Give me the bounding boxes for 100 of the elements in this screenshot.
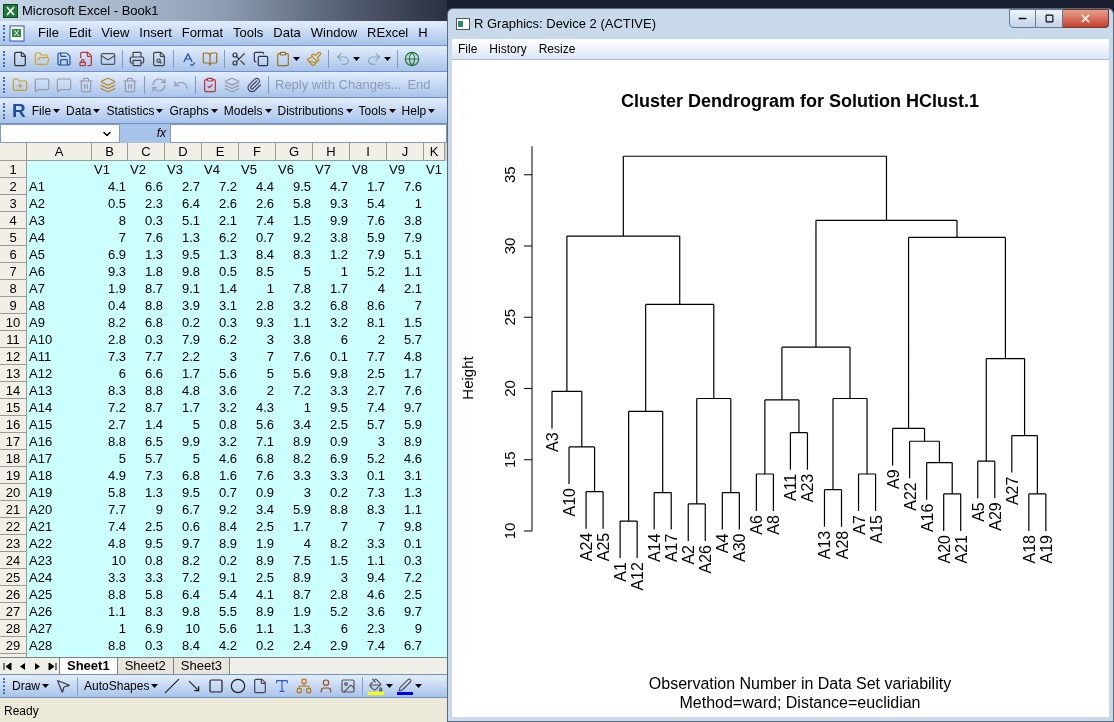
row-header[interactable]: 25: [0, 569, 27, 586]
redo-icon: [366, 50, 382, 67]
row-header[interactable]: 29: [0, 637, 27, 654]
toolbar-handle[interactable]: [3, 678, 6, 694]
row-header[interactable]: 2: [0, 178, 27, 195]
row-header[interactable]: 9: [0, 297, 27, 314]
column-header[interactable]: E: [202, 143, 239, 161]
row-header[interactable]: 27: [0, 603, 27, 620]
table-cell-text: 5.9: [402, 416, 423, 433]
menu-item[interactable]: Tools: [228, 23, 269, 43]
column-header[interactable]: I: [350, 143, 387, 161]
table-cell-text: 7.2: [217, 178, 238, 195]
table-cell-text: 8.4: [254, 246, 275, 263]
menu-item[interactable]: Edit: [63, 23, 97, 43]
table-cell-text: 8.3: [143, 603, 164, 620]
row-header[interactable]: 18: [0, 450, 27, 467]
column-header[interactable]: A: [27, 143, 92, 161]
fill-color-button[interactable]: [366, 677, 396, 695]
toolbar-handle[interactable]: [3, 102, 6, 119]
sheet-tab[interactable]: Sheet3: [172, 657, 231, 675]
table-cell-text: V8: [351, 161, 369, 178]
menu-button[interactable]: Statistics: [103, 101, 167, 120]
row-header[interactable]: 13: [0, 365, 27, 382]
table-cell-text: 0.3: [217, 314, 238, 331]
row-header[interactable]: 5: [0, 229, 27, 246]
menu-item[interactable]: Format: [176, 23, 228, 43]
menu-button[interactable]: Models: [220, 101, 275, 120]
row-header[interactable]: 10: [0, 314, 27, 331]
menu-item[interactable]: Insert: [134, 23, 177, 43]
spreadsheet-icon[interactable]: [9, 24, 27, 42]
row-header[interactable]: 21: [0, 501, 27, 518]
toolbar-handle[interactable]: [3, 50, 6, 67]
row-header[interactable]: 7: [0, 263, 27, 280]
table-cell-text: 5.1: [402, 246, 423, 263]
table-cell-text: 8.4: [180, 637, 201, 654]
toolbar-handle[interactable]: [3, 76, 6, 93]
row-header[interactable]: 8: [0, 280, 27, 297]
formula-field[interactable]: [170, 124, 447, 143]
last-icon[interactable]: [48, 661, 57, 671]
column-header[interactable]: B: [92, 143, 128, 161]
maximize-button[interactable]: [1036, 9, 1063, 28]
column-header[interactable]: G: [276, 143, 313, 161]
leaf-label: A12: [629, 562, 647, 591]
menu-button[interactable]: Data: [63, 101, 104, 120]
row-header[interactable]: 14: [0, 382, 27, 399]
menu-item[interactable]: H: [413, 23, 433, 43]
menu-item[interactable]: File: [33, 23, 64, 43]
column-header[interactable]: C: [128, 143, 165, 161]
table-cell-text: 3.8: [291, 331, 312, 348]
column-header[interactable]: K: [424, 143, 445, 161]
row-header[interactable]: 24: [0, 552, 27, 569]
menu-item[interactable]: RExcel: [362, 23, 414, 43]
menu-item[interactable]: History: [483, 40, 533, 58]
row-header[interactable]: 1: [0, 161, 27, 178]
row-header[interactable]: 3: [0, 195, 27, 212]
line-color-button[interactable]: [395, 677, 425, 695]
row-header[interactable]: 23: [0, 535, 27, 552]
row-header[interactable]: 22: [0, 518, 27, 535]
row-header[interactable]: 12: [0, 348, 27, 365]
column-header[interactable]: F: [239, 143, 276, 161]
draw-menu-button[interactable]: Draw: [9, 677, 52, 695]
table-cell-text: 4.1: [254, 586, 275, 603]
row-header[interactable]: 4: [0, 212, 27, 229]
next-icon[interactable]: [33, 661, 42, 671]
autoshapes-menu-button[interactable]: AutoShapes: [81, 677, 162, 695]
row-header[interactable]: 15: [0, 399, 27, 416]
column-header[interactable]: D: [165, 143, 202, 161]
menu-button[interactable]: File: [28, 101, 64, 120]
row-header[interactable]: 20: [0, 484, 27, 501]
close-button[interactable]: [1063, 9, 1109, 28]
menu-item[interactable]: Resize: [532, 40, 582, 58]
sheet-tab[interactable]: Sheet2: [116, 657, 174, 675]
menu-item[interactable]: File: [452, 40, 484, 58]
row-header[interactable]: 19: [0, 467, 27, 484]
sheet-tab[interactable]: Sheet1: [59, 657, 118, 675]
toolbar-handle[interactable]: [3, 25, 6, 41]
menu-button[interactable]: Help: [398, 101, 439, 120]
table-cell-text: 8.9: [217, 535, 238, 552]
previous-icon[interactable]: [18, 661, 27, 671]
row-header[interactable]: 11: [0, 331, 27, 348]
menu-item[interactable]: View: [96, 23, 135, 43]
menu-item[interactable]: Window: [305, 23, 363, 43]
row-header[interactable]: 28: [0, 620, 27, 637]
table-cell-text: 6.8: [254, 450, 275, 467]
minimize-button[interactable]: [1009, 9, 1036, 28]
table-cell-text: 1: [265, 280, 275, 297]
row-header[interactable]: 17: [0, 433, 27, 450]
column-header[interactable]: J: [387, 143, 424, 161]
table-cell-text: 0.6: [180, 518, 201, 535]
menu-item[interactable]: Data: [268, 23, 306, 43]
menu-button[interactable]: Graphs: [166, 101, 221, 120]
row-header[interactable]: 6: [0, 246, 27, 263]
menu-button[interactable]: Distributions: [274, 101, 356, 120]
first-icon[interactable]: [3, 661, 12, 671]
column-header[interactable]: H: [313, 143, 350, 161]
row-header[interactable]: 26: [0, 586, 27, 603]
table-cell-text: 9.8: [180, 603, 201, 620]
menu-button[interactable]: Tools: [355, 101, 399, 120]
table-cell-text: 5.6: [217, 620, 238, 637]
row-header[interactable]: 16: [0, 416, 27, 433]
